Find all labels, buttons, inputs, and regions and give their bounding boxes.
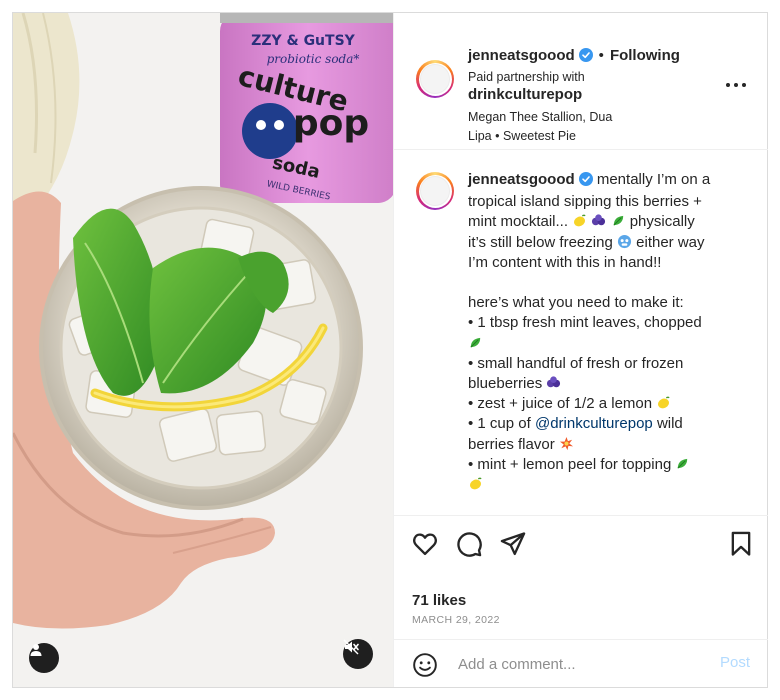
post-media[interactable]: ZZY & GuTSY probiotic soda* culture pop … [13, 13, 393, 687]
send-icon[interactable] [499, 530, 527, 558]
author-line: jenneatsgoood • Following [468, 47, 680, 66]
post-date: MARCH 29, 2022 [412, 614, 500, 626]
herb-emoji-icon [613, 216, 623, 226]
caption-line: berries flavor [468, 435, 555, 453]
user-tag-button[interactable] [29, 643, 59, 673]
verified-badge-icon [578, 172, 593, 192]
caption-line: either way [636, 233, 705, 251]
post-comment-button[interactable]: Post [720, 654, 750, 671]
partner-link[interactable]: drinkculturepop [468, 86, 582, 103]
verified-badge-icon [578, 48, 593, 66]
caption-line: • zest + juice of 1/2 a lemon [468, 395, 653, 413]
audio-line-2: Lipa • Sweetest Pie [468, 129, 576, 143]
caption-line: • 1 tbsp fresh mint leaves, chopped [468, 314, 702, 332]
smiley-icon[interactable] [412, 652, 438, 678]
blueberries-emoji-icon [592, 214, 606, 226]
caption-line: wild [656, 415, 683, 433]
audio-info[interactable]: Megan Thee Stallion, Dua Lipa • Sweetest… [468, 108, 648, 146]
caption-line: here’s what you need to make it: [468, 294, 684, 312]
caption-area: jenneatsgoood mentally I’m on a tropical… [394, 150, 768, 515]
can-sub-text: probiotic soda* [267, 52, 360, 66]
post-header: jenneatsgoood • Following Paid partnership… [394, 13, 768, 150]
post-photo: ZZY & GuTSY probiotic soda* culture pop … [13, 13, 393, 687]
caption-username[interactable]: jenneatsgoood [468, 171, 575, 188]
comment-input[interactable] [456, 652, 700, 676]
post-sidebar: jenneatsgoood • Following Paid partnership… [393, 13, 768, 687]
caption-line: • 1 cup of [468, 415, 531, 433]
caption-avatar[interactable] [416, 172, 454, 210]
comment-icon[interactable] [455, 530, 483, 558]
freezing-face-emoji-icon [617, 234, 632, 248]
herb-emoji-icon [677, 458, 688, 469]
likes-count[interactable]: 71 likes [412, 592, 466, 609]
lemon-emoji-icon [574, 215, 586, 227]
user-tag-icon [30, 644, 42, 656]
mention-link[interactable]: @drinkculturepop [535, 415, 653, 432]
paid-partnership-label: Paid partnership with [468, 70, 585, 84]
separator-dot: • [598, 47, 604, 64]
caption-line: I’m content with this in hand!! [468, 253, 662, 271]
following-button[interactable]: Following [610, 47, 680, 64]
post-card: ZZY & GuTSY probiotic soda* culture pop … [12, 12, 768, 688]
caption-line: physically [629, 213, 695, 231]
caption-line: • small handful of fresh or frozen [468, 354, 684, 372]
lemon-emoji-icon [658, 396, 670, 409]
caption-line: it’s still below freezing [468, 233, 613, 251]
bookmark-icon[interactable] [727, 530, 755, 558]
mute-button[interactable] [343, 639, 373, 669]
herb-emoji-icon [470, 337, 481, 348]
more-options-icon[interactable] [726, 77, 746, 93]
blueberries-emoji-icon [547, 376, 561, 388]
heart-icon[interactable] [411, 530, 439, 558]
muted-speaker-icon [343, 639, 359, 655]
author-avatar[interactable] [416, 60, 454, 98]
caption-line: blueberries [468, 375, 543, 393]
lemon-emoji-icon [470, 477, 482, 490]
collision-emoji-icon [559, 436, 573, 450]
can-brand-text: ZZY & GuTSY [251, 33, 355, 49]
comment-bar: Post [394, 640, 768, 687]
caption-text: jenneatsgoood mentally I’m on a tropical… [468, 170, 750, 495]
can-pop-text: pop [293, 103, 369, 144]
caption-line: mentally I’m on a [596, 171, 711, 188]
author-username[interactable]: jenneatsgoood [468, 47, 575, 64]
audio-line-1: Megan Thee Stallion, Dua [468, 110, 613, 124]
post-actions: 71 likes MARCH 29, 2022 [394, 515, 768, 640]
caption-line: tropical island sipping this berries + [468, 193, 702, 211]
caption-line: • mint + lemon peel for topping [468, 455, 672, 473]
caption-line: mint mocktail... [468, 213, 569, 231]
